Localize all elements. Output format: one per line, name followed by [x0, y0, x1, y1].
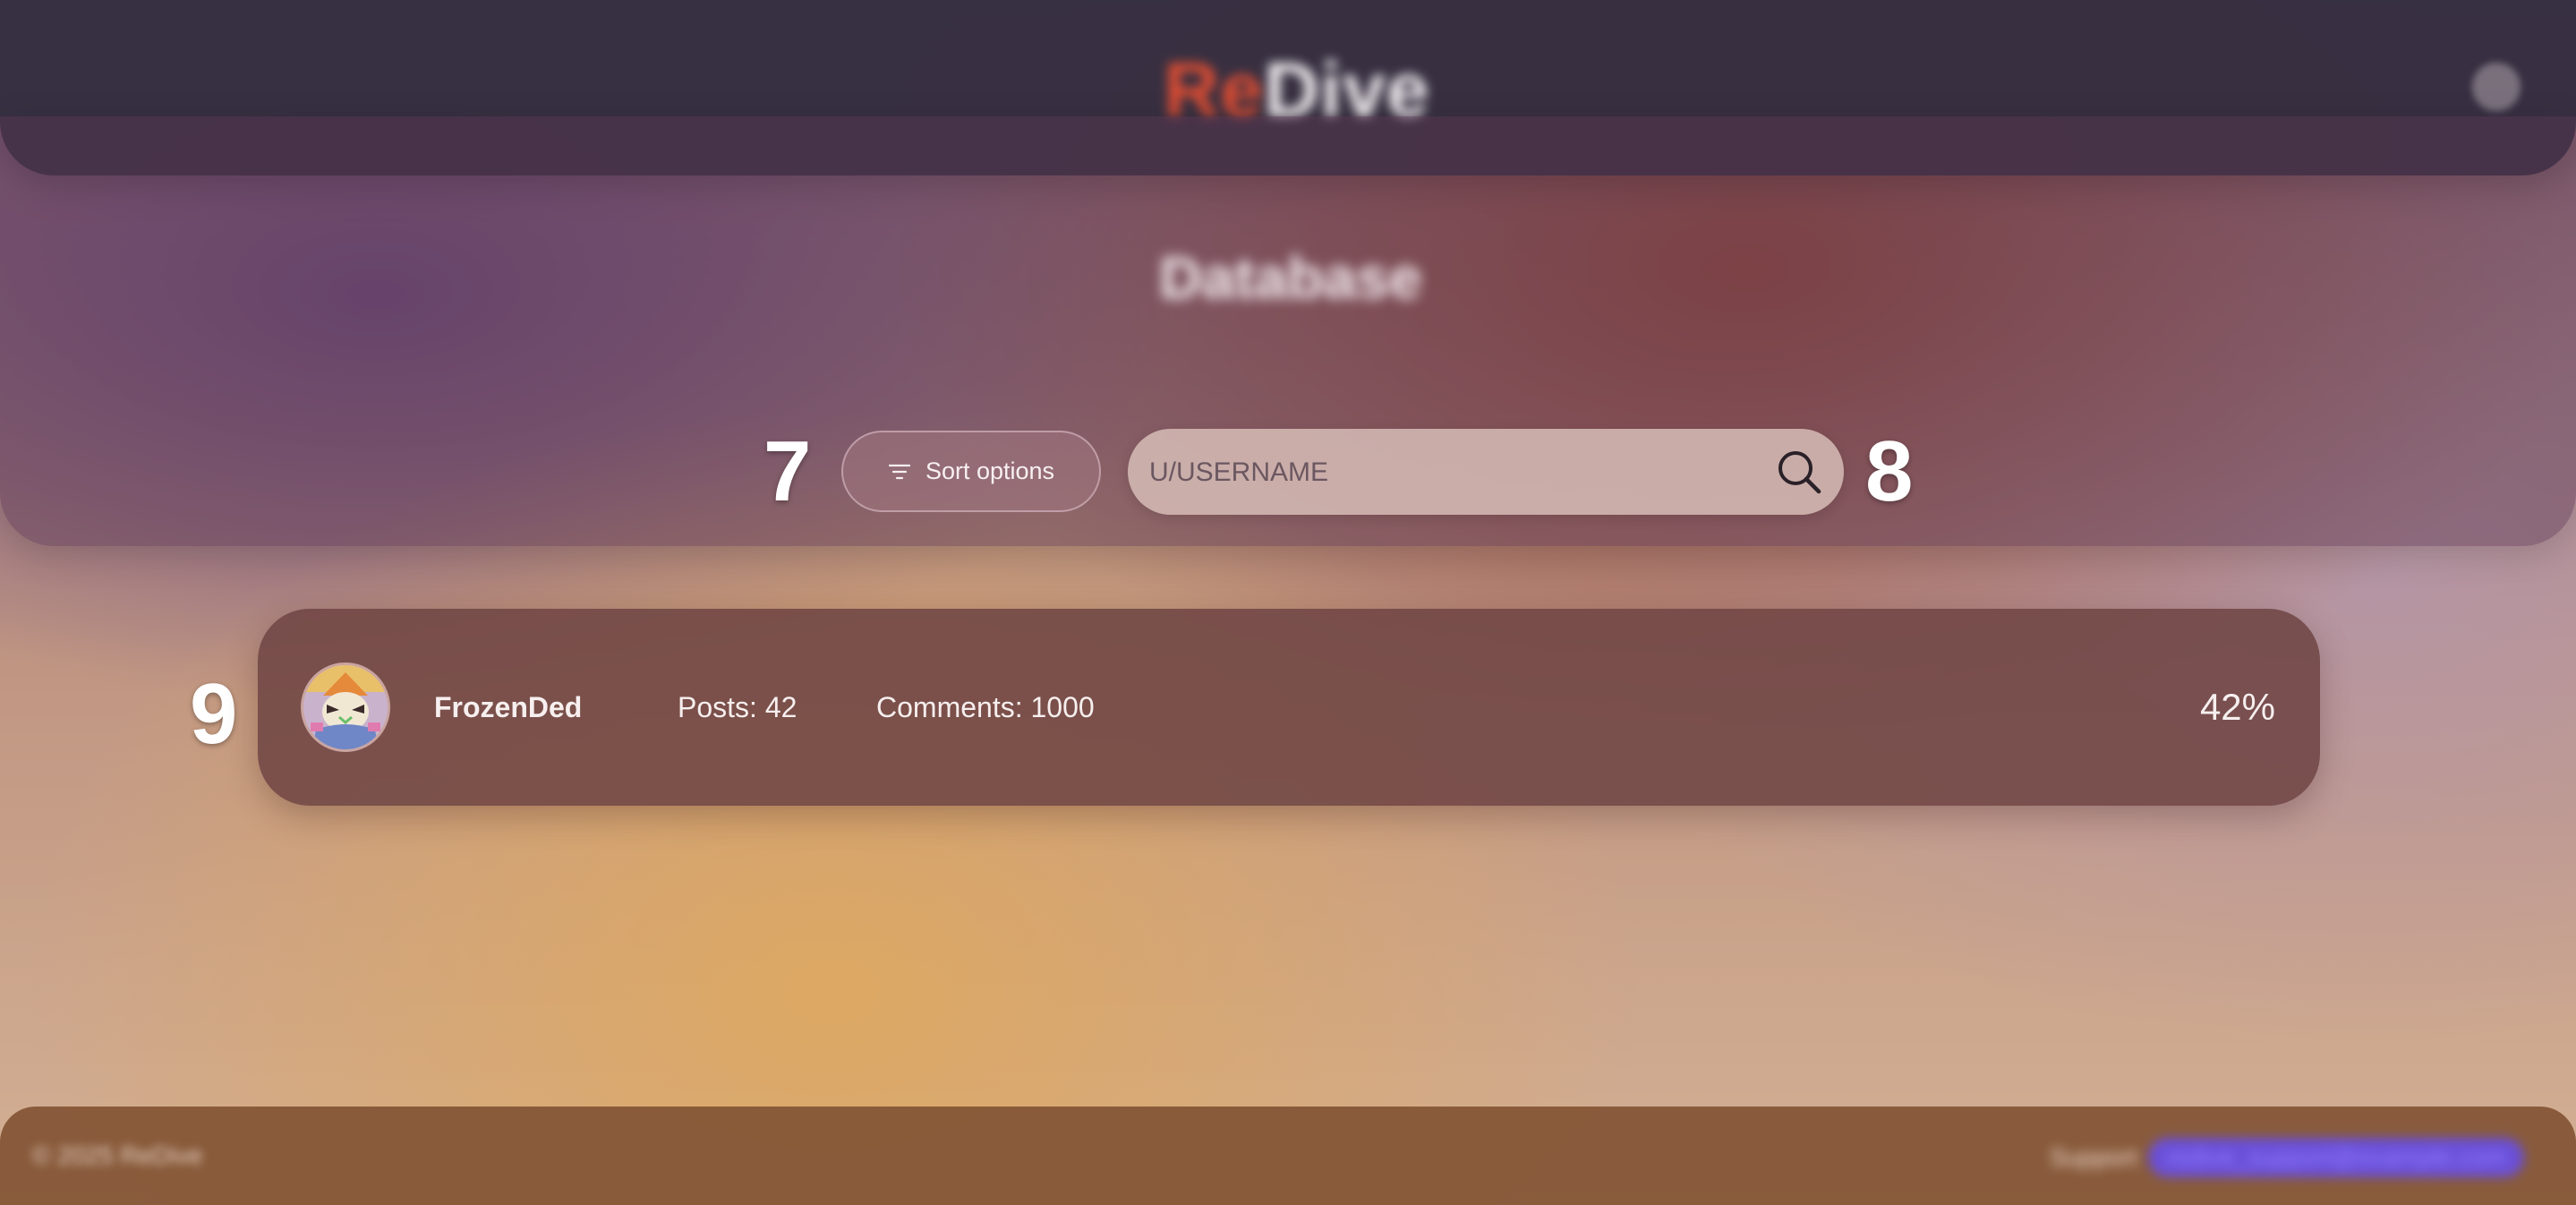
marker-7: 7 — [763, 423, 812, 519]
percentage-value: 42% — [2199, 686, 2275, 728]
settings-button[interactable] — [2472, 63, 2521, 111]
marker-9: 9 — [190, 666, 238, 762]
support-label: Support — [2050, 1143, 2138, 1171]
search-box — [1128, 429, 1844, 517]
filter-icon — [888, 463, 911, 481]
page-title: Database — [1159, 244, 1422, 311]
username: FrozenDed — [434, 690, 583, 723]
avatar — [301, 662, 390, 752]
search-icon[interactable] — [1774, 447, 1824, 497]
posts-count: Posts: 42 — [678, 690, 798, 723]
comments-count: Comments: 1000 — [876, 690, 1095, 723]
support-link[interactable]: redive_support@example.com — [2148, 1138, 2525, 1177]
footer-support: Support redive_support@example.com — [2050, 1130, 2525, 1185]
marker-8: 8 — [1865, 423, 1914, 519]
search-input[interactable] — [1147, 429, 1760, 517]
sort-options-button[interactable]: Sort options — [841, 431, 1101, 512]
sort-options-label: Sort options — [925, 457, 1055, 484]
user-card[interactable]: FrozenDed Posts: 42 Comments: 1000 42% — [258, 609, 2320, 806]
footer-copyright: © 2025 ReDive — [32, 1141, 203, 1169]
